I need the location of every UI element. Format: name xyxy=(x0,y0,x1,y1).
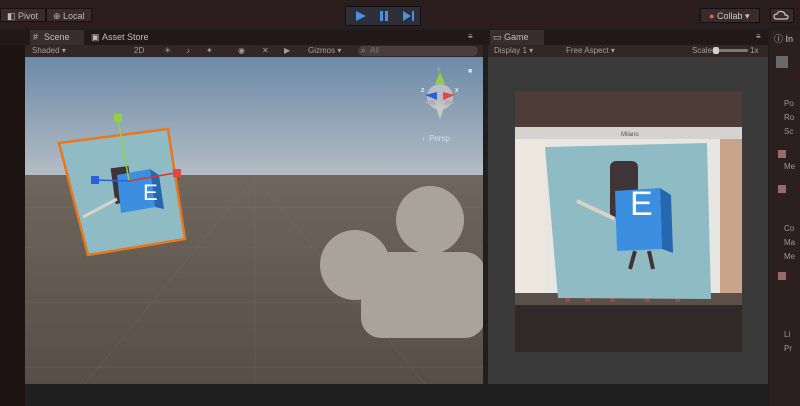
inspector-row: Li xyxy=(784,330,791,339)
game-tab-icon: ▭ xyxy=(493,32,502,42)
cloud-button[interactable] xyxy=(770,8,794,23)
tab-scene[interactable]: # Scene xyxy=(30,30,84,45)
collab-button[interactable]: ● Collab ▾ xyxy=(700,8,760,23)
scene-view[interactable]: E y z x Persp ‹ ■ xyxy=(25,57,483,384)
chevron-down-icon: ▾ xyxy=(337,46,342,55)
gizmo-y-label: y xyxy=(437,66,441,73)
gizmo-x-label: x xyxy=(455,87,459,94)
gameobject-cube-icon xyxy=(776,56,788,68)
pause-button[interactable] xyxy=(373,9,395,23)
pivot-label: Pivot xyxy=(18,11,39,21)
pivot-toggle[interactable]: ◧ Pivot xyxy=(0,8,46,22)
playback-controls xyxy=(345,6,421,26)
inspector-row: Co xyxy=(784,224,795,233)
scene-search-input[interactable]: ⌕ All xyxy=(358,46,478,56)
chevron-down-icon: ▾ xyxy=(744,11,750,21)
chevron-down-icon: ▾ xyxy=(610,46,615,55)
inspector-row: Sc xyxy=(784,127,794,136)
chevron-down-icon: ▾ xyxy=(529,46,534,55)
photo-title: Milano xyxy=(621,132,639,138)
component-icon xyxy=(778,150,786,158)
inspector-row: Ro xyxy=(784,113,795,122)
inspector-row: Pr xyxy=(784,344,792,353)
scale-slider-handle[interactable] xyxy=(713,47,719,54)
local-toggle[interactable]: ⊕ Local xyxy=(46,8,92,22)
aspect-dropdown[interactable]: Free Aspect ▾ xyxy=(566,45,676,57)
cloud-icon xyxy=(773,10,789,20)
display-dropdown[interactable]: Display 1 ▾ xyxy=(494,45,554,57)
gizmos-dropdown[interactable]: Gizmos ▾ xyxy=(308,45,341,57)
lock-icon[interactable]: ■ xyxy=(468,68,472,75)
effects-icon[interactable]: ✦ xyxy=(206,45,213,57)
scale-label: Scale xyxy=(692,46,713,55)
component-icon xyxy=(778,185,786,193)
scene-tab-icon: # xyxy=(33,32,39,42)
hierarchy-panel-edge xyxy=(0,45,25,406)
tab-inspector[interactable]: ⓘ In xyxy=(774,32,793,45)
collab-label: Collab xyxy=(716,11,743,21)
camera-icon[interactable]: ▶ xyxy=(284,45,290,57)
step-icon xyxy=(403,11,414,21)
inspector-row: Me xyxy=(784,162,796,171)
tab-asset-store[interactable]: ▣ Asset Store xyxy=(88,30,168,45)
local-label: Local xyxy=(63,11,85,21)
play-icon xyxy=(356,11,366,21)
game-view[interactable]: Milano E xyxy=(515,91,742,352)
component-icon xyxy=(778,272,786,280)
shading-mode-dropdown[interactable]: Shaded ▾ xyxy=(32,45,122,57)
store-icon: ▣ xyxy=(91,32,100,42)
game-panel-menu-icon[interactable]: ≡ xyxy=(756,32,761,41)
tab-game[interactable]: ▭ Game xyxy=(490,30,544,45)
pause-icon xyxy=(380,11,388,21)
tools-icon[interactable]: ✕ xyxy=(262,45,269,57)
game-canvas xyxy=(515,91,742,352)
game-logo-letter: E xyxy=(630,185,653,223)
gizmo-z-label: z xyxy=(421,87,425,94)
scene-canvas: E y z x Persp ‹ ■ xyxy=(25,57,483,384)
visibility-icon[interactable]: ◉ xyxy=(238,45,245,57)
inspector-row: Ma xyxy=(784,238,796,247)
scene-logo-letter: E xyxy=(143,180,158,205)
local-icon: ⊕ xyxy=(53,11,64,21)
chevron-down-icon: ▾ xyxy=(61,46,66,55)
collab-check-icon: ● xyxy=(709,11,715,21)
step-button[interactable] xyxy=(397,9,419,23)
projection-arrow-icon: ‹ xyxy=(422,134,425,143)
inspector-row: Me xyxy=(784,252,796,261)
2d-toggle[interactable]: 2D xyxy=(134,45,144,57)
audio-icon[interactable]: ♪ xyxy=(186,45,190,57)
scene-panel-menu-icon[interactable]: ≡ xyxy=(468,32,473,41)
projection-label[interactable]: Persp xyxy=(429,134,450,143)
pivot-icon: ◧ xyxy=(7,11,19,21)
inspector-row: Po xyxy=(784,99,794,108)
search-icon: ⌕ xyxy=(361,46,366,55)
info-icon: ⓘ xyxy=(774,34,786,44)
lighting-icon[interactable]: ☀ xyxy=(164,45,171,57)
play-button[interactable] xyxy=(349,9,371,23)
scale-value: 1x xyxy=(750,46,759,55)
